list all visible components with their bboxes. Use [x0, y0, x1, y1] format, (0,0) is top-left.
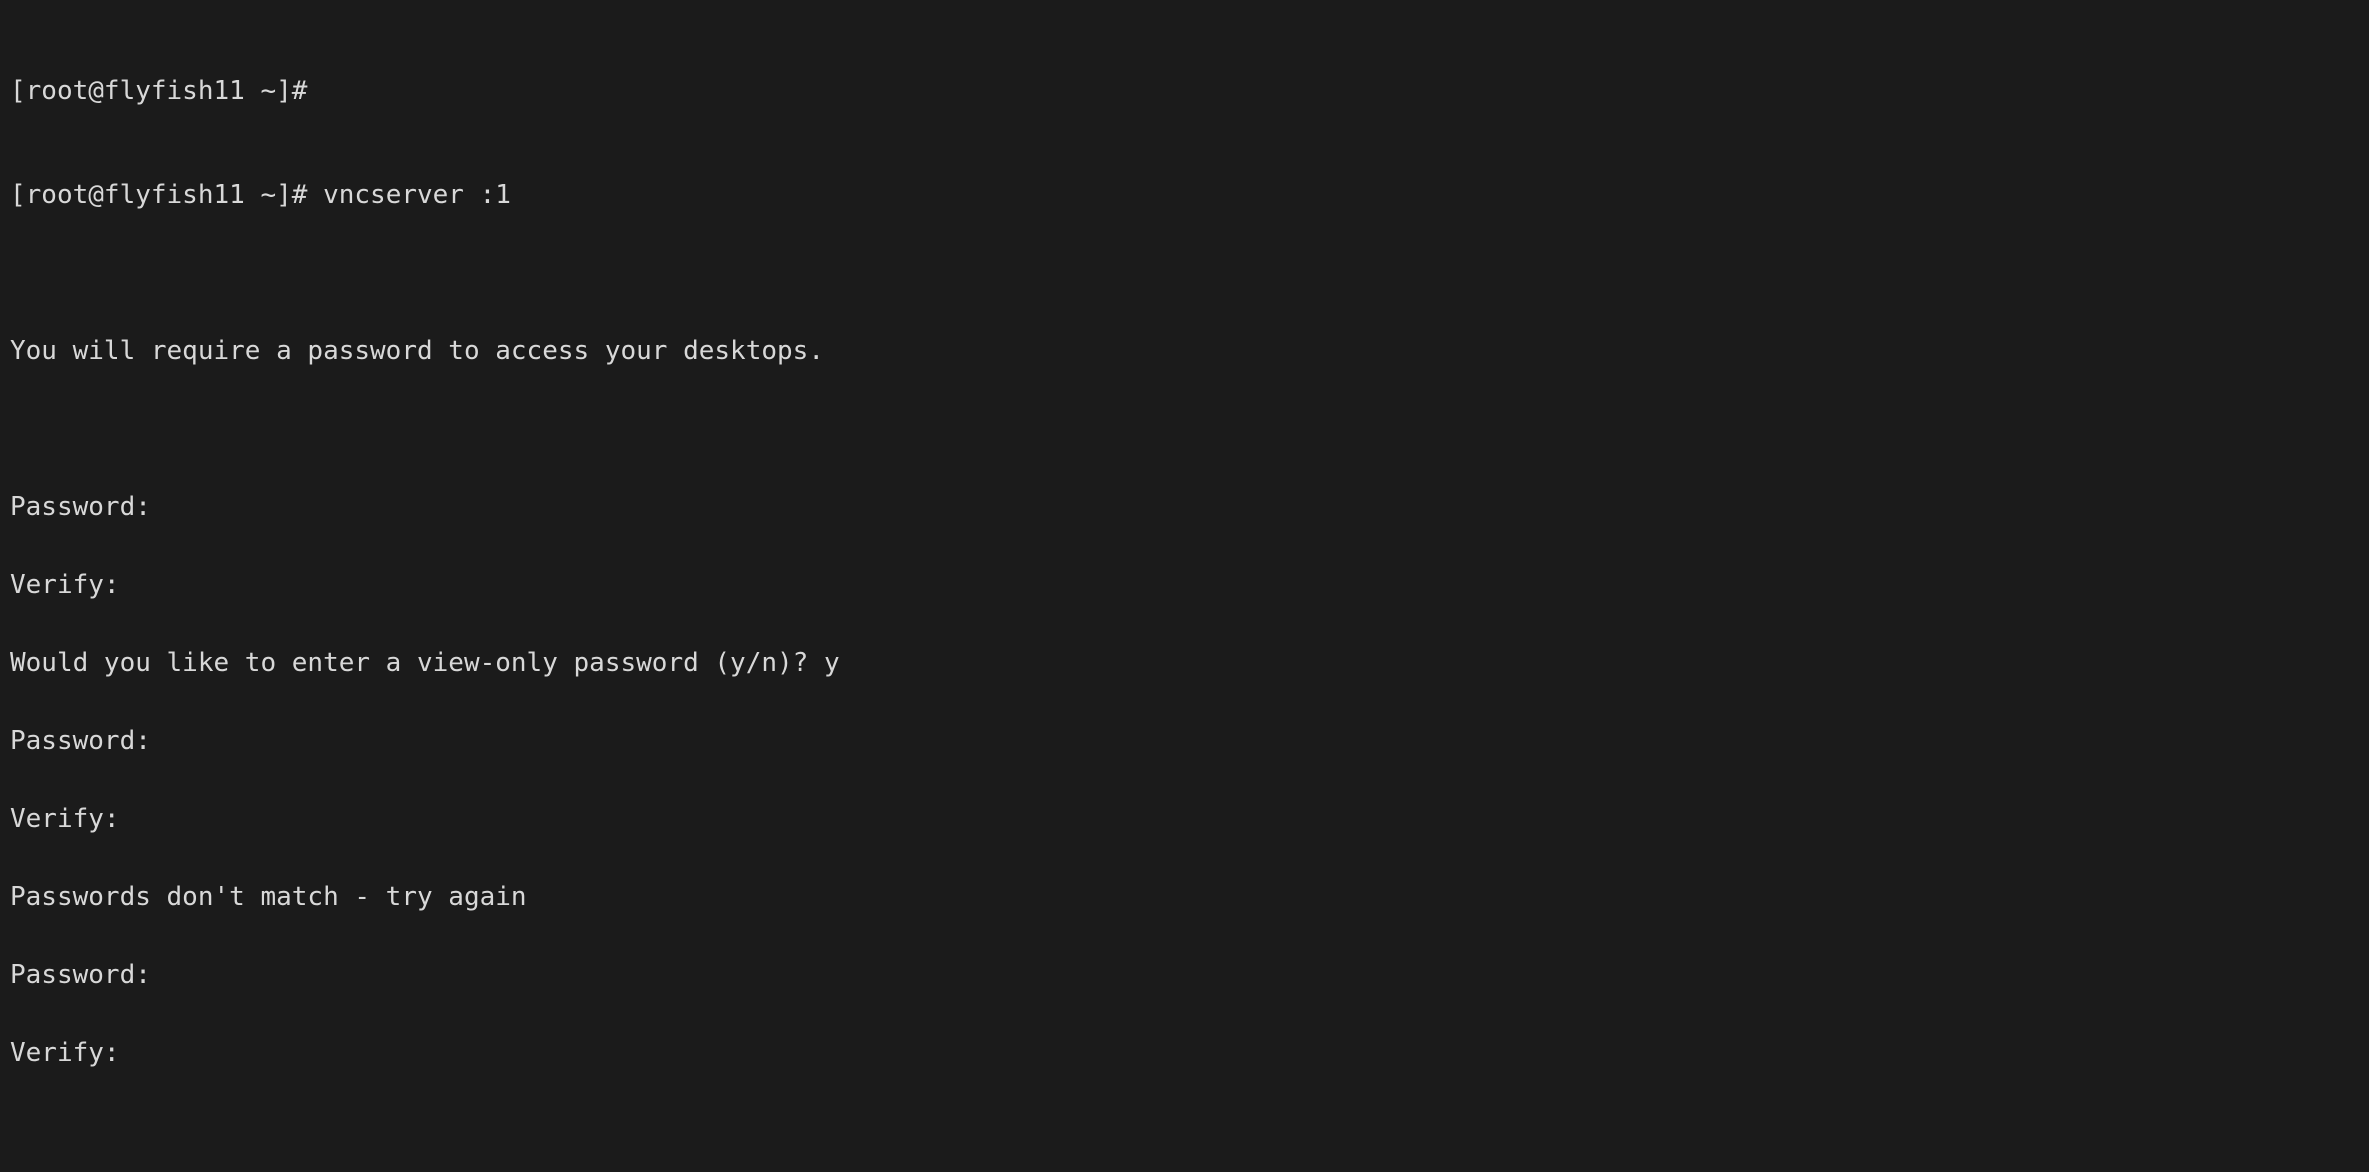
terminal-line: [root@flyfish11 ~]# vncserver :1: [10, 182, 2359, 208]
terminal-output: Verify:: [10, 572, 2359, 598]
command-text: vncserver :1: [323, 180, 511, 210]
terminal-output: Verify:: [10, 806, 2359, 832]
terminal-line: [root@flyfish11 ~]#: [10, 78, 2359, 104]
blank-line: [10, 416, 2359, 442]
terminal-output: Password:: [10, 728, 2359, 754]
shell-prompt: [root@flyfish11 ~]#: [10, 76, 323, 106]
terminal-output: Would you like to enter a view-only pass…: [10, 650, 2359, 676]
terminal-output: You will require a password to access yo…: [10, 338, 2359, 364]
shell-prompt: [root@flyfish11 ~]#: [10, 180, 323, 210]
terminal-output: Verify:: [10, 1040, 2359, 1066]
terminal-output: Passwords don't match - try again: [10, 884, 2359, 910]
blank-line: [10, 1118, 2359, 1144]
terminal-output: Password:: [10, 494, 2359, 520]
blank-line: [10, 260, 2359, 286]
terminal-output: Password:: [10, 962, 2359, 988]
terminal[interactable]: [root@flyfish11 ~]# [root@flyfish11 ~]# …: [0, 0, 2369, 1172]
